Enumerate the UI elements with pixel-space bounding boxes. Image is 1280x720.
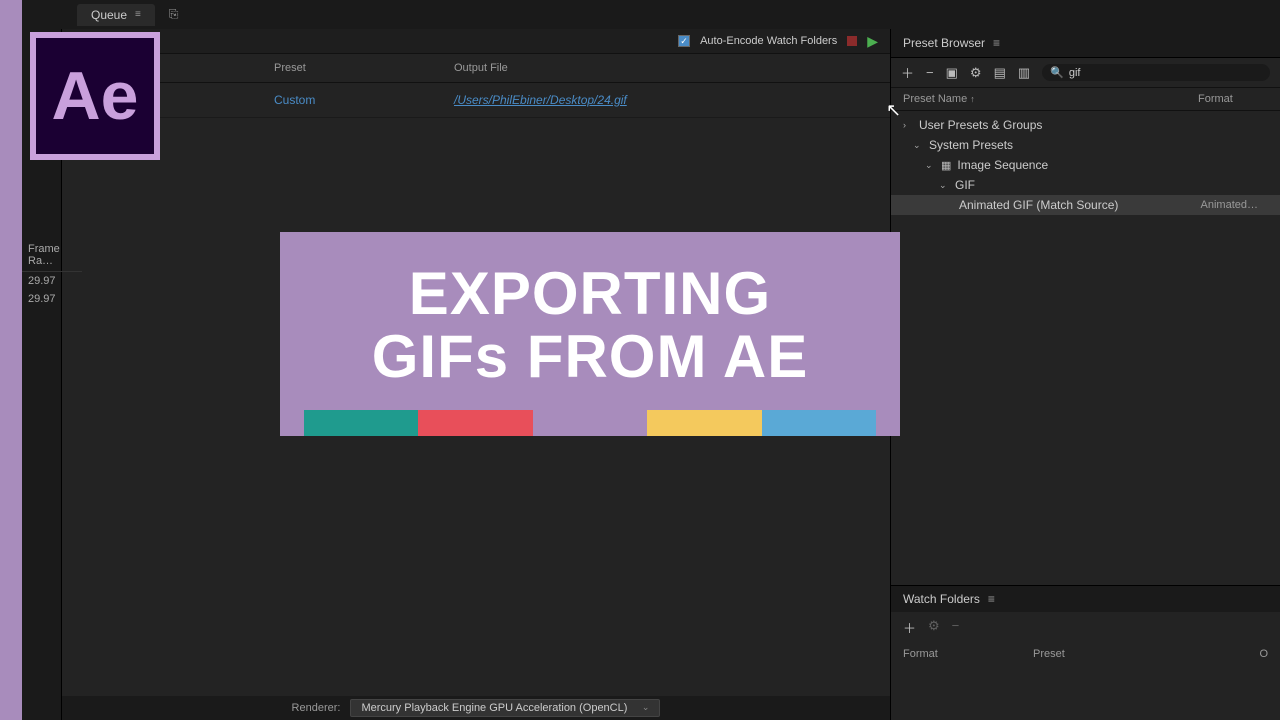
sort-asc-icon: ↑ [970, 94, 975, 104]
tree-label: System Presets [929, 138, 1013, 152]
tree-image-sequence[interactable]: ⌄ ▦ Image Sequence [891, 155, 1280, 175]
chevron-right-icon: › [903, 120, 913, 130]
right-panels: Preset Browser ≡ ＋ − ▣ ⚙ ▤ ▥ 🔍 Preset Na… [890, 29, 1280, 720]
overlay-line1: EXPORTING [304, 262, 876, 325]
preset-format-header[interactable]: Format [1198, 93, 1268, 105]
tab-menu-icon[interactable]: ≡ [135, 9, 141, 20]
ae-icon-text: Ae [52, 57, 139, 135]
frame-rate-column: Frame Ra… 29.97 29.97 [22, 239, 82, 308]
preset-search-input[interactable] [1069, 67, 1262, 79]
add-preset-button[interactable]: ＋ [901, 63, 914, 82]
tree-user-presets[interactable]: › User Presets & Groups [891, 115, 1280, 135]
color-bar-teal [304, 410, 418, 436]
watch-folders-tab[interactable]: Watch Folders ≡ [891, 586, 1280, 612]
search-icon: 🔍 [1050, 66, 1064, 79]
link-icon[interactable]: ⎘ [165, 3, 183, 26]
queue-tab[interactable]: Queue ≡ [77, 4, 155, 26]
preset-browser-tab[interactable]: Preset Browser ≡ [891, 29, 1280, 58]
watch-format-header[interactable]: Format [903, 648, 1033, 660]
settings-icon: ⚙ [928, 618, 940, 637]
chevron-down-icon: ⌄ [913, 140, 923, 151]
chevron-down-icon: ⌄ [925, 160, 935, 171]
watch-column-headers: Format Preset O [891, 643, 1280, 665]
import-icon[interactable]: ▤ [994, 65, 1006, 81]
output-header[interactable]: Output File [454, 62, 878, 74]
renderer-label: Renderer: [292, 702, 341, 714]
chevron-down-icon: ⌄ [642, 702, 650, 714]
panel-menu-icon[interactable]: ≡ [993, 36, 1000, 50]
queue-tab-label: Queue [91, 8, 127, 22]
queue-column-headers: Preset Output File [62, 54, 890, 83]
queue-item-row[interactable]: d GIF ▾ Custom /Users/PhilEbiner/Desktop… [62, 83, 890, 118]
auto-encode-checkbox[interactable]: ✓ [678, 35, 690, 47]
preset-name-header[interactable]: Preset Name ↑ [903, 93, 1198, 105]
folder-icon: ▦ [941, 159, 951, 172]
renderer-select[interactable]: Mercury Playback Engine GPU Acceleration… [350, 699, 660, 717]
preset-item-name: Animated GIF (Match Source) [959, 198, 1118, 212]
after-effects-app-icon: Ae [30, 32, 160, 160]
preset-toolbar: ＋ − ▣ ⚙ ▤ ▥ 🔍 [891, 58, 1280, 88]
tree-gif-group[interactable]: ⌄ GIF [891, 175, 1280, 195]
frame-rate-value: 29.97 [22, 290, 82, 308]
preset-header[interactable]: Preset [274, 62, 454, 74]
color-bar-yellow [647, 410, 761, 436]
frame-rate-header: Frame Ra… [22, 239, 82, 272]
color-bars [304, 410, 876, 436]
watch-preset-header[interactable]: Preset [1033, 648, 1248, 660]
add-watch-folder-button[interactable]: ＋ [903, 618, 916, 637]
remove-preset-button[interactable]: − [926, 65, 934, 80]
tree-label: Image Sequence [957, 158, 1048, 172]
color-bar-gap [533, 410, 647, 436]
top-bar: Queue ≡ ⎘ [22, 0, 1280, 29]
tree-system-presets[interactable]: ⌄ System Presets [891, 135, 1280, 155]
tree-label: User Presets & Groups [919, 118, 1042, 132]
queue-item-output-path[interactable]: /Users/PhilEbiner/Desktop/24.gif [454, 93, 878, 107]
watch-toolbar: ＋ ⚙ − [891, 612, 1280, 643]
status-bar: Renderer: Mercury Playback Engine GPU Ac… [62, 696, 890, 720]
watch-folders-panel: Watch Folders ≡ ＋ ⚙ − Format Preset O [891, 585, 1280, 720]
preset-column-headers: Preset Name ↑ Format [891, 88, 1280, 111]
remove-watch-folder-button: − [952, 618, 960, 637]
overlay-line2: GIFs FROM AE [304, 325, 876, 388]
settings-icon[interactable]: ⚙ [970, 65, 982, 81]
panel-menu-icon[interactable]: ≡ [988, 592, 995, 606]
frame-rate-value: 29.97 [22, 272, 82, 290]
preset-item-format: Animated… [1201, 199, 1268, 211]
watch-empty-area [891, 665, 1280, 720]
preset-tree: › User Presets & Groups ⌄ System Presets… [891, 111, 1280, 585]
auto-encode-label: Auto-Encode Watch Folders [700, 35, 837, 47]
title-overlay: EXPORTING GIFs FROM AE [280, 232, 900, 436]
start-queue-button[interactable]: ▶ [867, 33, 878, 50]
stop-button[interactable] [847, 36, 857, 46]
tree-label: GIF [955, 178, 975, 192]
preset-search[interactable]: 🔍 [1042, 64, 1270, 81]
queue-item-preset[interactable]: Custom [274, 93, 454, 107]
export-icon[interactable]: ▥ [1018, 65, 1030, 81]
chevron-down-icon: ⌄ [939, 180, 949, 191]
new-group-button[interactable]: ▣ [946, 65, 958, 81]
watch-folders-title: Watch Folders [903, 592, 980, 606]
queue-toolbar: ✓ Auto-Encode Watch Folders ▶ [62, 29, 890, 54]
watch-o-header[interactable]: O [1248, 648, 1268, 660]
preset-browser-title: Preset Browser [903, 36, 985, 50]
preset-text: Custom [274, 93, 315, 107]
color-bar-red [418, 410, 532, 436]
renderer-value: Mercury Playback Engine GPU Acceleration… [361, 702, 627, 714]
tree-preset-item[interactable]: Animated GIF (Match Source) Animated… [891, 195, 1280, 215]
color-bar-blue [762, 410, 876, 436]
